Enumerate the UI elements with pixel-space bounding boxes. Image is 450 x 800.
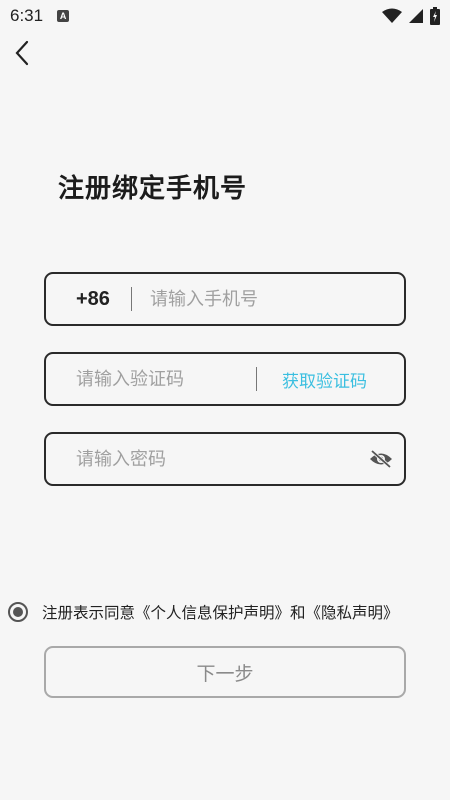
status-time: 6:31: [10, 6, 44, 25]
next-step-button[interactable]: 下一步: [44, 646, 406, 698]
password-input[interactable]: [76, 444, 356, 474]
code-divider: [256, 367, 257, 391]
chevron-left-icon: [15, 40, 29, 66]
toggle-password-visibility-button[interactable]: [368, 448, 394, 470]
password-field[interactable]: [44, 432, 406, 486]
phone-input[interactable]: [150, 284, 390, 314]
get-code-button[interactable]: 获取验证码: [282, 367, 367, 392]
back-button[interactable]: [10, 38, 36, 68]
agreement-radio[interactable]: [8, 602, 28, 622]
battery-icon: [430, 7, 440, 25]
agreement-text[interactable]: 注册表示同意《个人信息保护声明》和《隐私声明》: [42, 601, 399, 623]
radio-dot: [13, 607, 23, 617]
phone-divider: [131, 287, 132, 311]
wifi-icon: [382, 8, 402, 23]
code-field[interactable]: 获取验证码: [44, 352, 406, 406]
notification-badge-icon: A: [57, 10, 70, 22]
page-title: 注册绑定手机号: [58, 174, 248, 204]
eye-off-icon: [370, 449, 392, 469]
country-code-selector[interactable]: +86: [76, 288, 110, 311]
agreement-row: 注册表示同意《个人信息保护声明》和《隐私声明》: [8, 601, 399, 623]
signal-icon: [409, 9, 423, 23]
status-bar: 6:31 A: [0, 0, 450, 32]
status-icons: [382, 7, 440, 25]
verification-code-input[interactable]: [76, 364, 256, 394]
phone-field[interactable]: +86: [44, 272, 406, 326]
